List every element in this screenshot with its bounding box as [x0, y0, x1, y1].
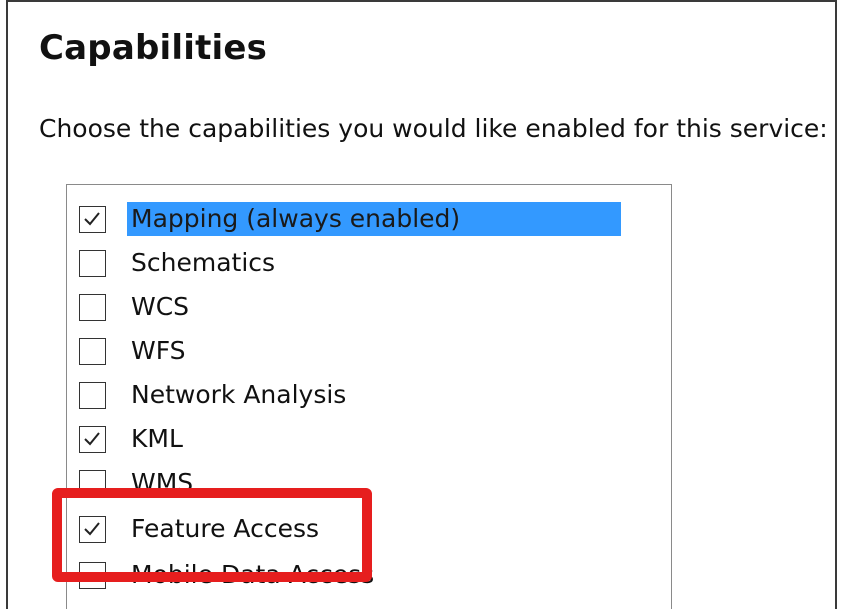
checkmark-icon: [84, 432, 100, 446]
capabilities-listbox[interactable]: Mapping (always enabled) Schematics WCS …: [66, 184, 672, 609]
capability-item-mapping[interactable]: Mapping (always enabled): [67, 197, 671, 237]
capability-label-wcs: WCS: [131, 292, 190, 321]
capability-label-mobile-data-access: Mobile Data Access: [131, 560, 375, 589]
capability-item-network-analysis[interactable]: Network Analysis: [67, 373, 671, 413]
checkbox-feature-access[interactable]: [79, 516, 106, 543]
panel-title: Capabilities: [39, 28, 268, 68]
capability-item-mobile-data-access[interactable]: Mobile Data Access: [67, 553, 671, 593]
capability-item-wfs[interactable]: WFS: [67, 329, 671, 369]
capability-item-wms[interactable]: WMS: [67, 461, 671, 501]
instructions-text: Choose the capabilities you would like e…: [39, 114, 828, 143]
checkmark-icon: [84, 522, 100, 536]
capability-label-feature-access: Feature Access: [131, 514, 320, 543]
checkbox-wms[interactable]: [79, 470, 106, 497]
checkbox-wcs[interactable]: [79, 294, 106, 321]
capability-label-schematics: Schematics: [131, 248, 276, 277]
capability-label-wms: WMS: [131, 468, 194, 497]
capability-item-schematics[interactable]: Schematics: [67, 241, 671, 281]
capability-label-network-analysis: Network Analysis: [131, 380, 347, 409]
checkbox-mapping[interactable]: [79, 206, 106, 233]
capability-label-kml: KML: [131, 424, 183, 453]
checkbox-wfs[interactable]: [79, 338, 106, 365]
checkbox-network-analysis[interactable]: [79, 382, 106, 409]
capability-label-mapping: Mapping (always enabled): [127, 202, 621, 236]
checkbox-schematics[interactable]: [79, 250, 106, 277]
capability-item-wcs[interactable]: WCS: [67, 285, 671, 325]
capabilities-panel: Capabilities Choose the capabilities you…: [6, 0, 837, 609]
checkbox-kml[interactable]: [79, 426, 106, 453]
checkmark-icon: [84, 212, 100, 226]
capability-item-kml[interactable]: KML: [67, 417, 671, 457]
capability-label-wfs: WFS: [131, 336, 186, 365]
capability-item-feature-access[interactable]: Feature Access: [67, 507, 671, 547]
checkbox-mobile-data-access[interactable]: [79, 562, 106, 589]
